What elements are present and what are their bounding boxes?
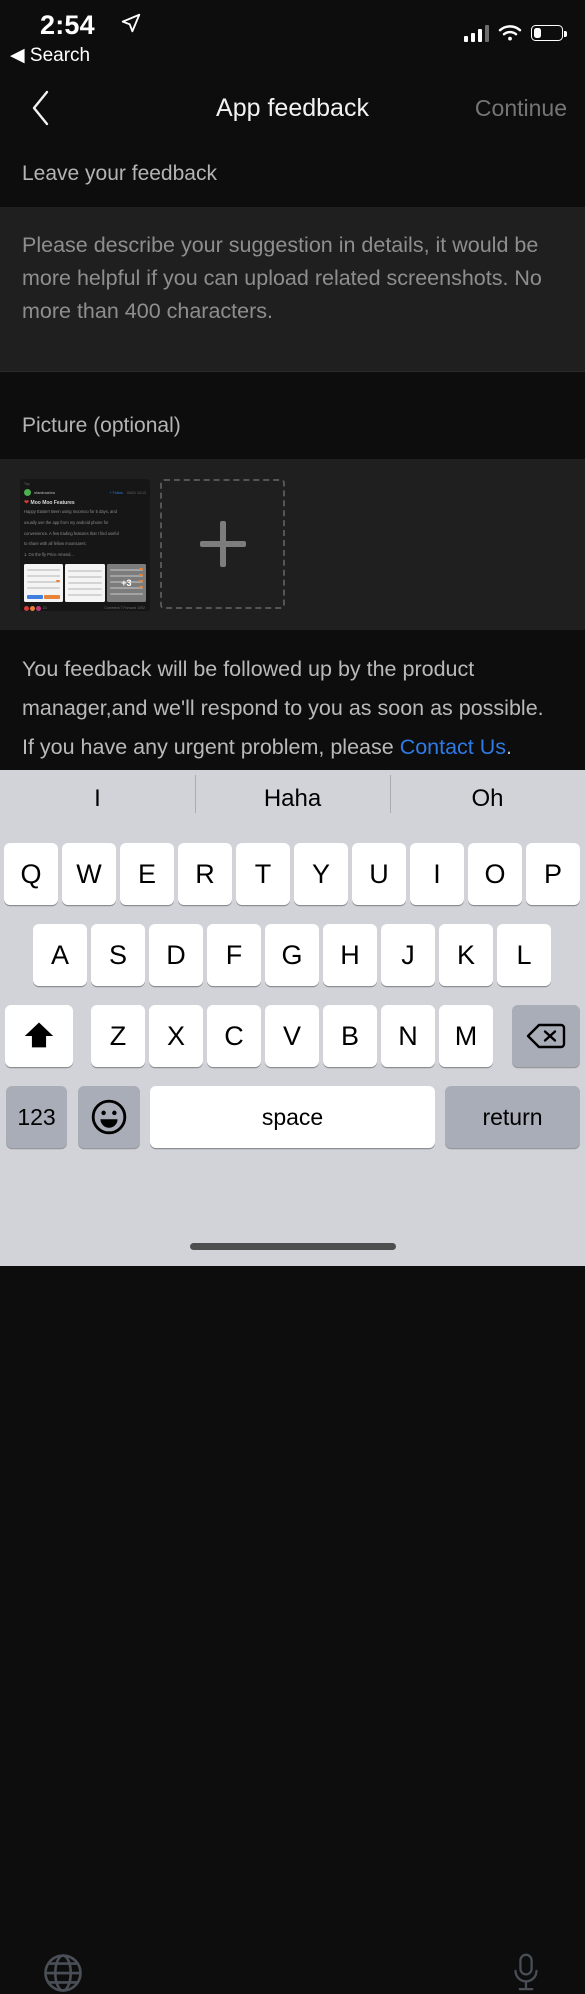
continue-button[interactable]: Continue [475, 76, 567, 140]
key-k[interactable]: K [439, 924, 493, 986]
thumbnail-body-line: Happy Easter! Been using moomoo for 5 da… [24, 509, 117, 514]
status-bar-time: 2:54 [40, 10, 95, 40]
plus-icon [199, 521, 246, 567]
key-q[interactable]: Q [4, 843, 58, 905]
picture-section-header: Picture (optional) [0, 392, 585, 459]
key-p[interactable]: P [526, 843, 580, 905]
key-f[interactable]: F [207, 924, 261, 986]
thumbnail-date: 04/21 13:13 [127, 490, 146, 495]
thumbnail-body-line: convenience. A few trading features that… [24, 530, 119, 536]
contact-us-link[interactable]: Contact Us [400, 735, 506, 759]
thumbnail-body-line: to share with all fellow moonsaers: [24, 541, 87, 547]
thumbnail-body-line: 1. On the fly Price Amend... [24, 552, 74, 558]
reaction-icons [24, 605, 41, 611]
cellular-signal-icon [463, 24, 489, 42]
key-g[interactable]: G [265, 924, 319, 986]
thumbnail-image [65, 563, 105, 602]
navigation-bar: App feedback Continue [0, 76, 585, 140]
shift-arrow-icon [24, 1022, 54, 1048]
footer-note-period: . [506, 735, 513, 759]
key-o[interactable]: O [468, 843, 522, 905]
key-y[interactable]: Y [294, 843, 348, 905]
key-h[interactable]: H [323, 924, 377, 986]
status-bar: 2:54 ◀ Search [0, 0, 585, 76]
key-i[interactable]: I [410, 843, 464, 905]
thumbnail-image [24, 563, 64, 602]
key-e[interactable]: E [120, 843, 174, 905]
thumbnail-footer: 21 Comment 7 Forward 1092 [20, 602, 150, 611]
key-u[interactable]: U [352, 843, 406, 905]
key-c[interactable]: C [207, 1005, 261, 1067]
thumbnail-image-grid: +3 [20, 560, 150, 602]
key-j[interactable]: J [381, 924, 435, 986]
shift-key[interactable] [5, 1005, 73, 1067]
on-screen-keyboard: I Haha Oh Q W E R T Y U I O P A S D F G … [0, 770, 585, 1992]
key-s[interactable]: S [91, 924, 145, 986]
thumbnail-username: vlanhooleo [34, 490, 56, 495]
wifi-icon [498, 25, 522, 41]
add-photo-button[interactable] [160, 479, 285, 609]
thumbnail-post-title: Moo Moo Features [30, 499, 75, 506]
thumbnail-follow-link: + Follow [109, 490, 123, 495]
picture-section-title: Picture (optional) [22, 413, 181, 437]
key-w[interactable]: W [62, 843, 116, 905]
prediction-candidate[interactable]: Haha [195, 775, 390, 813]
key-l[interactable]: L [497, 924, 551, 986]
uploaded-photo-thumbnail[interactable]: Top vlanhooleo + Follow 04/21 13:13 ❤ Mo… [20, 479, 150, 611]
home-indicator [189, 1243, 396, 1250]
key-b[interactable]: B [323, 1005, 377, 1067]
key-t[interactable]: T [236, 843, 290, 905]
return-key[interactable]: return [445, 1086, 580, 1148]
feedback-section-header: Leave your feedback [0, 140, 585, 207]
avatar [24, 489, 31, 496]
microphone-icon[interactable] [509, 1952, 543, 1994]
key-n[interactable]: N [381, 1005, 435, 1067]
delete-key[interactable] [512, 1005, 580, 1067]
heart-icon: ❤ [24, 500, 30, 506]
thumbnail-top-label: Top [24, 482, 30, 486]
thumbnail-image-more: +3 [106, 563, 146, 602]
space-key[interactable]: space [150, 1086, 435, 1148]
reaction-count: 21 [43, 606, 47, 611]
thumbnail-post-title-row: ❤ Moo Moo Features [20, 496, 150, 507]
thumbnail-meta: Comment 7 Forward 1092 [104, 606, 145, 611]
back-triangle-icon: ◀ [10, 45, 25, 66]
prediction-candidate[interactable]: I [0, 785, 195, 813]
status-bar-indicators [463, 24, 567, 42]
section-divider [0, 371, 585, 372]
key-r[interactable]: R [178, 843, 232, 905]
prediction-candidate[interactable]: Oh [390, 775, 585, 813]
globe-icon[interactable] [42, 1952, 84, 1994]
picture-section-body: Top vlanhooleo + Follow 04/21 13:13 ❤ Mo… [0, 459, 585, 630]
status-bar-back-label: Search [29, 45, 91, 66]
prediction-bar: I Haha Oh [0, 770, 585, 828]
feedback-textarea[interactable]: Please describe your suggestion in detai… [0, 207, 585, 371]
status-bar-back-to-search[interactable]: ◀ Search [10, 44, 90, 67]
thumbnail-body-line: usually use the app from my android phon… [24, 519, 109, 525]
thumbnail-post-header: vlanhooleo + Follow 04/21 13:13 [20, 486, 150, 496]
key-v[interactable]: V [265, 1005, 319, 1067]
feedback-placeholder: Please describe your suggestion in detai… [22, 233, 542, 323]
battery-low-icon [531, 25, 567, 41]
backspace-icon [526, 1023, 566, 1049]
feedback-section-title: Leave your feedback [22, 161, 217, 185]
key-x[interactable]: X [149, 1005, 203, 1067]
footer-note: You feedback will be followed up by the … [0, 630, 585, 770]
key-m[interactable]: M [439, 1005, 493, 1067]
location-arrow-icon [121, 13, 141, 33]
more-images-badge: +3 [121, 577, 132, 588]
key-z[interactable]: Z [91, 1005, 145, 1067]
numeric-key[interactable]: 123 [6, 1086, 67, 1148]
emoji-key[interactable] [78, 1086, 140, 1148]
smiley-face-icon [91, 1099, 127, 1135]
key-a[interactable]: A [33, 924, 87, 986]
key-d[interactable]: D [149, 924, 203, 986]
